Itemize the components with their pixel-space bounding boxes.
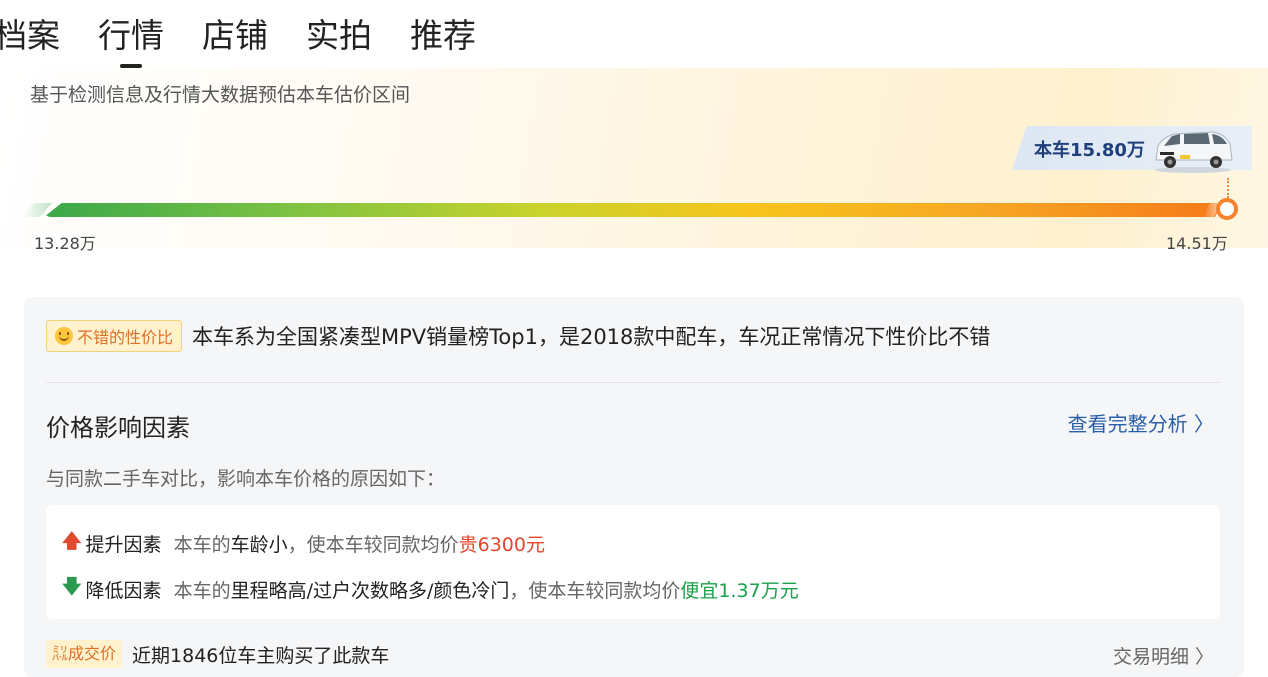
this-car-price: 本车15.80万 xyxy=(1034,140,1145,161)
tab-photos[interactable]: 实拍 xyxy=(306,14,372,62)
smile-icon xyxy=(55,327,73,345)
value-summary-text: 本车系为全国紧凑型MPV销量榜Top1，是2018款中配车，车况正常情况下性价比… xyxy=(192,325,991,349)
increase-factor-row: 🡅 提升因素 本车的 车龄小 ，使本车较同款均价 贵6300元 xyxy=(62,527,545,559)
price-range-bar xyxy=(44,203,1222,217)
increase-effect: 贵6300元 xyxy=(458,533,545,556)
tab-archive[interactable]: 档案 xyxy=(0,14,60,62)
arrow-down-icon: 🡇 xyxy=(62,576,82,598)
tab-store[interactable]: 店铺 xyxy=(202,14,268,62)
factors-box: 🡅 提升因素 本车的 车龄小 ，使本车较同款均价 贵6300元 🡇 降低因素 本… xyxy=(46,505,1220,619)
decrease-effect: 便宜1.37万元 xyxy=(680,579,799,602)
deal-price-badge: ㍊成交价 xyxy=(46,640,123,668)
value-badge: 不错的性价比 xyxy=(46,320,183,352)
arrow-up-icon: 🡅 xyxy=(62,530,82,552)
price-factors-title: 价格影响因素 xyxy=(46,414,190,442)
car-image-icon xyxy=(1155,131,1233,173)
transaction-detail-link[interactable]: 交易明细 〉 xyxy=(1113,642,1214,669)
decrease-prefix: 本车的 xyxy=(173,579,231,602)
increase-key: 车龄小 xyxy=(230,533,288,556)
tab-market[interactable]: 行情 xyxy=(98,14,164,62)
full-analysis-link[interactable]: 查看完整分析 〉 xyxy=(1068,408,1214,437)
value-summary: 不错的性价比 本车系为全国紧凑型MPV销量榜Top1，是2018款中配车，车况正… xyxy=(46,320,990,352)
range-max-label: 14.51万 xyxy=(1166,234,1228,253)
range-min-label: 13.28万 xyxy=(34,234,96,253)
increase-factor-name: 提升因素 xyxy=(85,533,162,556)
deal-summary-text: 近期1846位车主购买了此款车 xyxy=(132,644,390,667)
deal-summary: ㍊成交价 近期1846位车主购买了此款车 xyxy=(46,640,389,668)
decrease-mid: ，使本车较同款均价 xyxy=(509,579,681,602)
price-pointer-line xyxy=(1227,178,1229,198)
decrease-key: 里程略高/过户次数略多/颜色冷门 xyxy=(230,579,510,602)
value-badge-label: 不错的性价比 xyxy=(77,328,174,347)
estimate-subtitle: 基于检测信息及行情大数据预估本车估价区间 xyxy=(30,84,411,106)
compare-description: 与同款二手车对比，影响本车价格的原因如下： xyxy=(46,468,446,490)
increase-prefix: 本车的 xyxy=(173,533,231,556)
tab-bar: 档案 行情 店铺 实拍 推荐 xyxy=(0,14,514,62)
decrease-factor-row: 🡇 降低因素 本车的 里程略高/过户次数略多/颜色冷门 ，使本车较同款均价 便宜… xyxy=(62,573,799,605)
tab-recommend[interactable]: 推荐 xyxy=(410,14,476,62)
decrease-factor-name: 降低因素 xyxy=(85,579,162,602)
this-car-marker xyxy=(1216,198,1238,220)
divider xyxy=(46,382,1220,383)
increase-mid: ，使本车较同款均价 xyxy=(287,533,459,556)
